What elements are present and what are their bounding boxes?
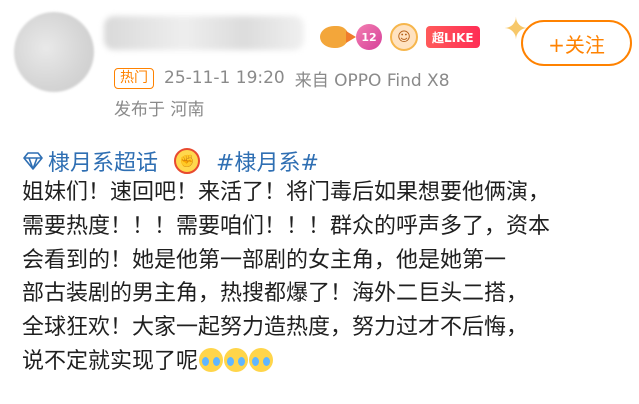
fish-badge-icon: [320, 26, 356, 48]
post-line: 全球狂欢！大家一起努力造热度，努力过才不后悔，: [22, 315, 529, 341]
post-last-line: 说不定就实现了呢: [22, 345, 627, 379]
post-line: 姐妹们！速回吧！来活了！将门毒后如果想要他俩演，: [22, 180, 551, 205]
super-like-badge: 超LIKE: [426, 26, 480, 48]
post-line: 会看到的！她是他第一部剧的女主角，他是她第一: [22, 247, 507, 273]
avatar[interactable]: [14, 12, 94, 92]
face-badge-icon: ☺: [390, 23, 418, 51]
crying-emoji-icon: [224, 347, 249, 372]
hashtag-link[interactable]: #棣月系#: [216, 145, 319, 177]
crying-emoji-icon: [249, 347, 274, 372]
supertopic-link[interactable]: 棣月系超话: [22, 145, 158, 177]
topic-row: 棣月系超话 ✊ #棣月系#: [22, 145, 319, 177]
post-line: 说不定就实现了呢: [22, 348, 199, 374]
timestamp: 25-11-1 19:20: [164, 68, 285, 88]
username-blurred[interactable]: [104, 16, 304, 50]
follow-button[interactable]: +关注: [521, 20, 632, 66]
post-meta: 热门 25-11-1 19:20 来自 OPPO Find X8: [114, 66, 450, 91]
post-body: 姐妹们！速回吧！来活了！将门毒后如果想要他俩演， 需要热度！！！需要咱们！！！群…: [22, 176, 627, 379]
post-line: 部古装剧的男主角，热搜都爆了！海外二巨头二搭，: [22, 281, 529, 307]
hot-tag: 热门: [114, 67, 154, 89]
red-headband-emoji-icon: ✊: [174, 148, 201, 174]
diamond-icon: [23, 152, 43, 170]
post-line: 需要热度！！！需要咱们！！！群众的呼声多了，资本: [22, 213, 551, 239]
level-badge-icon: 12: [356, 24, 382, 50]
source-device: 来自 OPPO Find X8: [294, 70, 450, 91]
location: 发布于 河南: [114, 100, 205, 120]
crying-emoji-icon: [199, 347, 224, 372]
user-badges: 12 ☺ 超LIKE: [320, 22, 480, 52]
supertopic-label: 棣月系超话: [48, 151, 159, 176]
